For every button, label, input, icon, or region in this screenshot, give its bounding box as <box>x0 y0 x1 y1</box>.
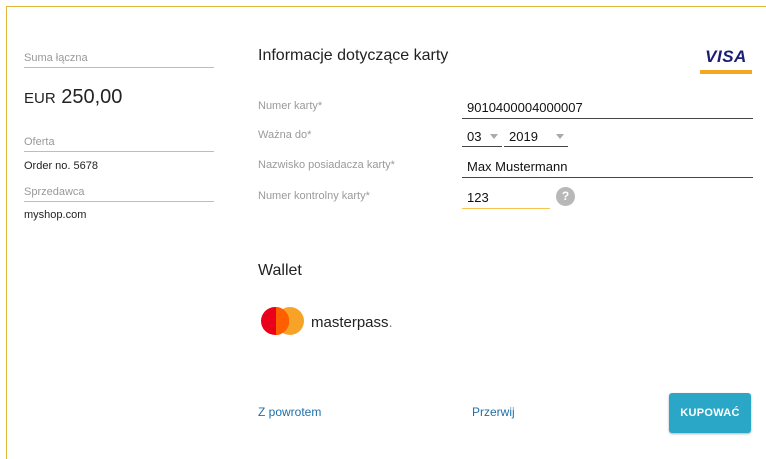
cancel-link[interactable]: Przerwij <box>472 405 515 419</box>
masterpass-button[interactable]: masterpass. <box>261 307 393 337</box>
offer-label: Oferta <box>24 136 214 152</box>
back-link[interactable]: Z powrotem <box>258 405 321 419</box>
expiry-month-select[interactable]: 03 <box>462 127 502 147</box>
card-section-title: Informacje dotyczące karty <box>258 47 449 64</box>
mastercard-circles-icon <box>261 307 305 337</box>
wallet-title: Wallet <box>258 262 302 279</box>
cvc-label: Numer kontrolny karty* <box>258 190 370 202</box>
offer-value: Order no. 5678 <box>24 160 98 172</box>
total-label: Suma łączna <box>24 52 214 68</box>
seller-value: myshop.com <box>24 209 87 221</box>
expiry-label: Ważna do* <box>258 129 312 141</box>
cardholder-input[interactable] <box>462 157 753 178</box>
seller-label: Sprzedawca <box>24 186 214 202</box>
expiry-year-value: 2019 <box>509 129 538 144</box>
masterpass-label: masterpass. <box>311 313 393 331</box>
total-currency: EUR <box>24 90 56 107</box>
cvc-input[interactable] <box>462 188 550 209</box>
expiry-month-value: 03 <box>467 129 482 144</box>
chevron-down-icon <box>556 134 564 139</box>
buy-button[interactable]: KUPOWAĆ <box>669 393 751 433</box>
visa-logo-text: VISA <box>705 47 747 66</box>
chevron-down-icon <box>490 134 498 139</box>
card-number-input[interactable] <box>462 98 753 119</box>
total-value: 250,00 <box>61 86 123 108</box>
help-icon[interactable]: ? <box>556 187 575 206</box>
cardholder-label: Nazwisko posiadacza karty* <box>258 159 395 171</box>
checkout-frame <box>6 6 766 459</box>
expiry-year-select[interactable]: 2019 <box>504 127 568 147</box>
visa-logo: VISA <box>700 44 752 74</box>
total-amount: EUR 250,00 <box>24 86 122 109</box>
card-number-label: Numer karty* <box>258 100 323 112</box>
